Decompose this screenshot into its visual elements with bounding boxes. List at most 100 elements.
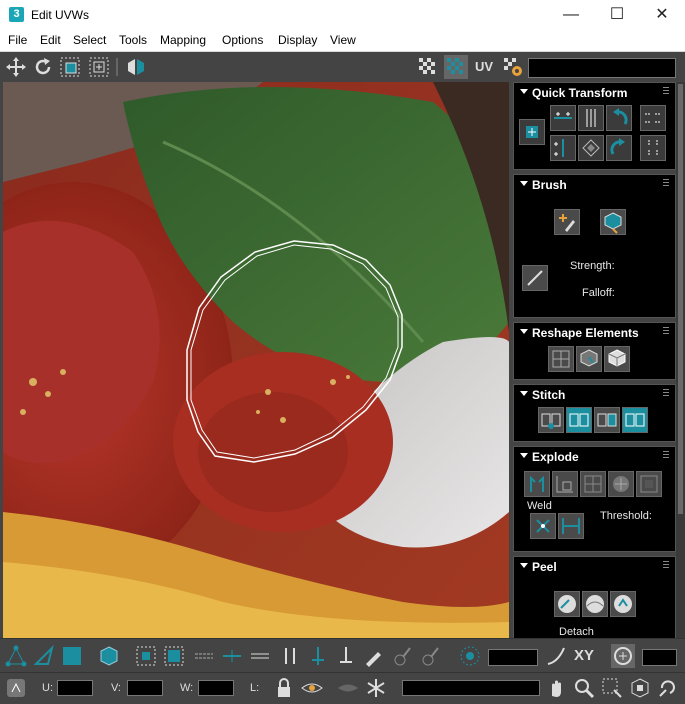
paint-grow-icon[interactable] bbox=[390, 644, 414, 668]
stitch-custom-icon[interactable] bbox=[538, 407, 564, 433]
close-button[interactable]: ✕ bbox=[639, 0, 685, 30]
move-icon[interactable] bbox=[4, 55, 28, 79]
align-left-icon[interactable] bbox=[550, 135, 576, 161]
scrollbar-thumb[interactable] bbox=[678, 84, 683, 514]
element-mode-icon[interactable] bbox=[97, 644, 121, 668]
space-vertical-icon[interactable] bbox=[640, 135, 666, 161]
menu-view[interactable]: View bbox=[330, 33, 356, 47]
shrink-ring-icon[interactable] bbox=[334, 644, 358, 668]
reset-peel-icon[interactable] bbox=[610, 591, 636, 617]
uv-viewport[interactable] bbox=[3, 82, 509, 638]
loop-icon[interactable] bbox=[192, 644, 216, 668]
straighten-icon[interactable] bbox=[548, 346, 574, 372]
falloff-curve-icon[interactable] bbox=[544, 644, 568, 668]
grow-selection-icon[interactable] bbox=[134, 644, 158, 668]
edge-mode-icon[interactable] bbox=[32, 644, 56, 668]
minimize-button[interactable]: — bbox=[548, 0, 594, 30]
maximize-button[interactable]: ☐ bbox=[594, 0, 640, 30]
hide-icon[interactable] bbox=[336, 676, 360, 700]
ring-icon[interactable] bbox=[248, 644, 272, 668]
rotate-icon[interactable] bbox=[31, 55, 55, 79]
drag-grip-icon[interactable] bbox=[663, 327, 669, 335]
falloff-spinner[interactable] bbox=[488, 649, 538, 666]
flatten-by-smoothing-icon[interactable] bbox=[608, 471, 634, 497]
stitch-average-icon[interactable] bbox=[594, 407, 620, 433]
peel-mode-icon[interactable] bbox=[582, 591, 608, 617]
brush-size-icon[interactable] bbox=[522, 265, 548, 291]
align-center-icon[interactable] bbox=[578, 135, 604, 161]
pixel-snap-icon[interactable] bbox=[611, 644, 635, 668]
stitch-to-target-icon[interactable] bbox=[622, 407, 648, 433]
soft-selection-icon[interactable] bbox=[458, 644, 482, 668]
pan-icon[interactable] bbox=[544, 676, 568, 700]
align-horizontal-icon[interactable] bbox=[550, 105, 576, 131]
menu-file[interactable]: File bbox=[8, 33, 27, 47]
collapse-arrow-icon[interactable] bbox=[520, 391, 528, 396]
rollout-title[interactable]: Reshape Elements bbox=[532, 326, 639, 340]
selection-set-field[interactable] bbox=[402, 680, 540, 696]
texture-dropdown[interactable] bbox=[528, 58, 676, 78]
zoom-icon[interactable] bbox=[572, 676, 596, 700]
rotate-ccw-icon[interactable] bbox=[606, 105, 632, 131]
uv-dropdown[interactable]: UV bbox=[472, 55, 496, 79]
freeform-icon[interactable] bbox=[87, 55, 111, 79]
collapse-arrow-icon[interactable] bbox=[520, 329, 528, 334]
xy-coordinate-toggle[interactable]: XY bbox=[574, 647, 594, 664]
rollout-title[interactable]: Peel bbox=[532, 560, 557, 574]
rollout-title[interactable]: Explode bbox=[532, 450, 579, 464]
help-icon[interactable] bbox=[656, 676, 680, 700]
scale-icon[interactable] bbox=[58, 55, 82, 79]
paint-move-icon[interactable] bbox=[554, 209, 580, 235]
v-field[interactable] bbox=[127, 680, 163, 696]
weld-selected-icon[interactable] bbox=[530, 513, 556, 539]
flatten-by-polygon-icon[interactable] bbox=[580, 471, 606, 497]
collapse-arrow-icon[interactable] bbox=[520, 89, 528, 94]
rollout-title[interactable]: Brush bbox=[532, 178, 567, 192]
menu-tools[interactable]: Tools bbox=[119, 33, 147, 47]
drag-grip-icon[interactable] bbox=[663, 451, 669, 459]
rollout-title[interactable]: Stitch bbox=[532, 388, 565, 402]
checker-pattern-icon[interactable] bbox=[416, 55, 440, 79]
relax-settings-icon[interactable] bbox=[604, 346, 630, 372]
weld-target-icon[interactable] bbox=[558, 513, 584, 539]
rollout-title[interactable]: Quick Transform bbox=[532, 86, 627, 100]
drag-grip-icon[interactable] bbox=[663, 561, 669, 569]
u-field[interactable] bbox=[57, 680, 93, 696]
align-vertical-icon[interactable] bbox=[578, 105, 604, 131]
menu-options[interactable]: Options bbox=[222, 33, 263, 47]
relax-brush-icon[interactable] bbox=[600, 209, 626, 235]
paint-select-icon[interactable] bbox=[362, 644, 386, 668]
settings-icon[interactable] bbox=[501, 55, 525, 79]
menu-select[interactable]: Select bbox=[73, 33, 106, 47]
menu-display[interactable]: Display bbox=[278, 33, 317, 47]
drag-grip-icon[interactable] bbox=[663, 87, 669, 95]
drag-grip-icon[interactable] bbox=[663, 179, 669, 187]
show-selection-icon[interactable] bbox=[300, 676, 324, 700]
explode-to-islands-icon[interactable] bbox=[552, 471, 578, 497]
menu-edit[interactable]: Edit bbox=[40, 33, 61, 47]
quick-peel-icon[interactable] bbox=[554, 591, 580, 617]
paint-shrink-icon[interactable] bbox=[418, 644, 442, 668]
absolute-offset-icon[interactable] bbox=[4, 676, 28, 700]
space-horizontal-icon[interactable] bbox=[640, 105, 666, 131]
point-to-point-icon[interactable] bbox=[278, 644, 302, 668]
collapse-arrow-icon[interactable] bbox=[520, 181, 528, 186]
relax-icon[interactable] bbox=[576, 346, 602, 372]
pivot-icon[interactable] bbox=[519, 119, 545, 145]
menu-mapping[interactable]: Mapping bbox=[160, 33, 206, 47]
vertex-mode-icon[interactable] bbox=[4, 644, 28, 668]
drag-grip-icon[interactable] bbox=[663, 389, 669, 397]
zoom-region-icon[interactable] bbox=[600, 676, 624, 700]
polygon-mode-icon[interactable] bbox=[60, 644, 84, 668]
mirror-icon[interactable] bbox=[124, 55, 148, 79]
collapse-arrow-icon[interactable] bbox=[520, 563, 528, 568]
rotate-cw-icon[interactable] bbox=[606, 135, 632, 161]
grow-loop-icon[interactable] bbox=[220, 644, 244, 668]
break-icon[interactable] bbox=[524, 471, 550, 497]
stitch-to-source-icon[interactable] bbox=[566, 407, 592, 433]
grow-ring-icon[interactable] bbox=[306, 644, 330, 668]
zoom-field[interactable] bbox=[642, 649, 677, 666]
zoom-extents-icon[interactable] bbox=[628, 676, 652, 700]
lock-icon[interactable] bbox=[272, 676, 296, 700]
collapse-arrow-icon[interactable] bbox=[520, 453, 528, 458]
